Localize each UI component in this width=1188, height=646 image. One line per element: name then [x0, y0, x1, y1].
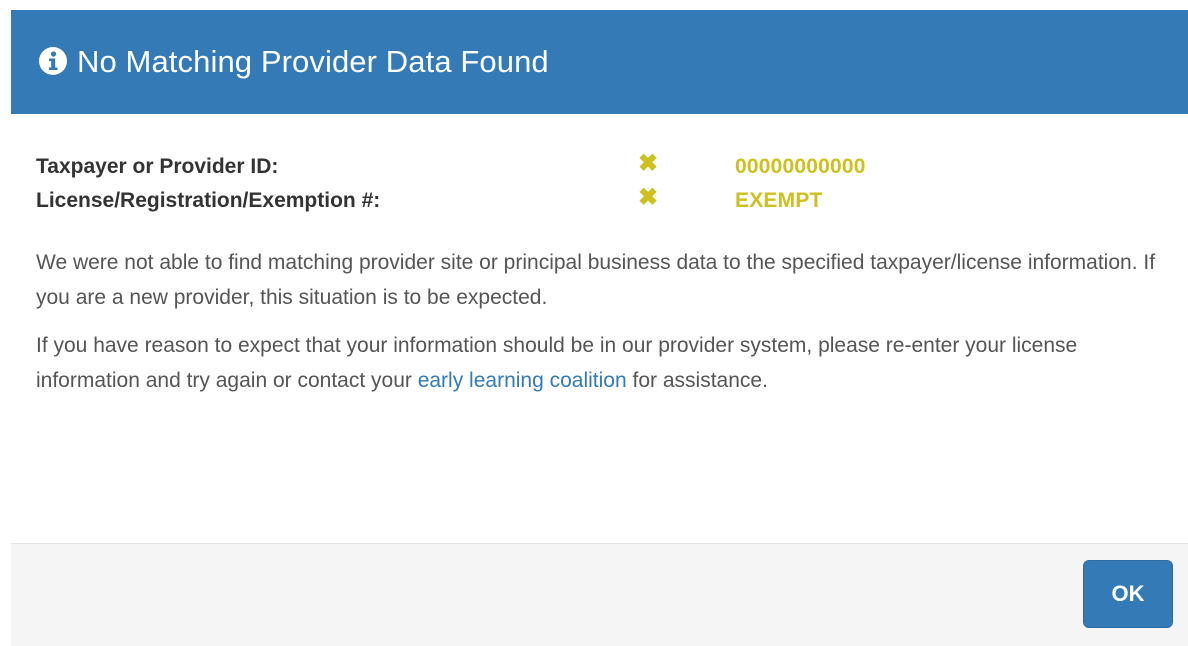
dialog-footer: OK — [11, 543, 1188, 646]
x-mark-icon: ✖ — [638, 183, 659, 211]
license-label: License/Registration/Exemption #: — [36, 189, 381, 212]
no-match-message: We were not able to find matching provid… — [36, 251, 1156, 309]
ok-button[interactable]: OK — [1083, 560, 1173, 628]
dialog-title: No Matching Provider Data Found — [77, 44, 549, 79]
license-row: License/Registration/Exemption #: ✖ EXEM… — [36, 184, 1163, 218]
no-match-dialog: No Matching Provider Data Found Taxpayer… — [11, 10, 1188, 646]
taxpayer-id-value: 00000000000 — [735, 155, 866, 178]
assistance-text-after: for assistance. — [626, 369, 768, 392]
dialog-body: Taxpayer or Provider ID: ✖ 00000000000 L… — [11, 114, 1188, 543]
dialog-header: No Matching Provider Data Found — [11, 10, 1188, 114]
early-learning-coalition-link[interactable]: early learning coalition — [418, 369, 627, 392]
taxpayer-id-row: Taxpayer or Provider ID: ✖ 00000000000 — [36, 150, 1163, 184]
assistance-message: If you have reason to expect that your i… — [36, 328, 1163, 398]
taxpayer-id-label: Taxpayer or Provider ID: — [36, 155, 279, 178]
x-mark-icon: ✖ — [638, 149, 659, 177]
info-circle-icon — [38, 46, 68, 76]
license-value: EXEMPT — [735, 189, 823, 212]
